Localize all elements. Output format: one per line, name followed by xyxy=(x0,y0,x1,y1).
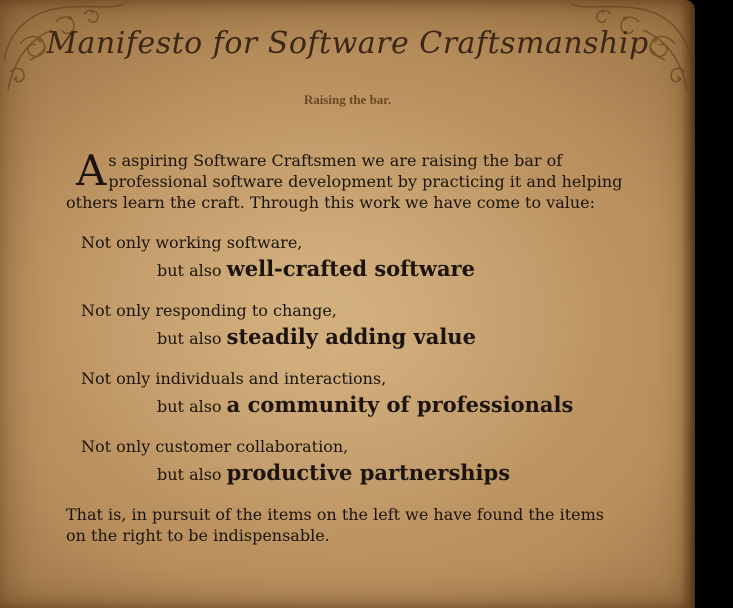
parchment-page: Manifesto for Software Craftsmanship Rai… xyxy=(0,0,695,608)
value-left: Not only customer collaboration, xyxy=(81,437,349,456)
value-connector: but also xyxy=(157,261,222,280)
value-left: Not only responding to change, xyxy=(81,301,337,320)
page-subtitle: Raising the bar. xyxy=(303,92,392,107)
value-right: well-crafted software xyxy=(226,256,475,281)
value-pair-3: Not only individuals and interactions, b… xyxy=(66,368,626,422)
value-pair-1: Not only working software, but also well… xyxy=(66,232,626,286)
value-list: Not only working software, but also well… xyxy=(66,232,626,490)
value-connector: but also xyxy=(157,397,222,416)
value-right: steadily adding value xyxy=(226,324,476,349)
value-left: Not only working software, xyxy=(81,233,303,252)
value-pair-2: Not only responding to change, but also … xyxy=(66,300,626,354)
value-connector: but also xyxy=(157,329,222,348)
value-right: a community of professionals xyxy=(226,392,574,417)
conclusion-paragraph: That is, in pursuit of the items on the … xyxy=(66,505,604,545)
value-connector: but also xyxy=(157,465,222,484)
intro-text: s aspiring Software Craftsmen we are rai… xyxy=(66,151,623,212)
drop-cap: A xyxy=(76,146,107,195)
value-right-line: but also productive partnerships xyxy=(66,458,626,490)
value-right: productive partnerships xyxy=(226,460,511,485)
value-right-line: but also well-crafted software xyxy=(66,254,626,286)
value-pair-4: Not only customer collaboration, but als… xyxy=(66,436,626,490)
page-title: Manifesto for Software Craftsmanship xyxy=(46,26,649,61)
intro-paragraph: As aspiring Software Craftsmen we are ra… xyxy=(66,150,626,213)
manifesto-body: As aspiring Software Craftsmen we are ra… xyxy=(66,150,626,546)
value-right-line: but also steadily adding value xyxy=(66,322,626,354)
value-right-line: but also a community of professionals xyxy=(66,390,626,422)
value-left: Not only individuals and interactions, xyxy=(81,369,387,388)
